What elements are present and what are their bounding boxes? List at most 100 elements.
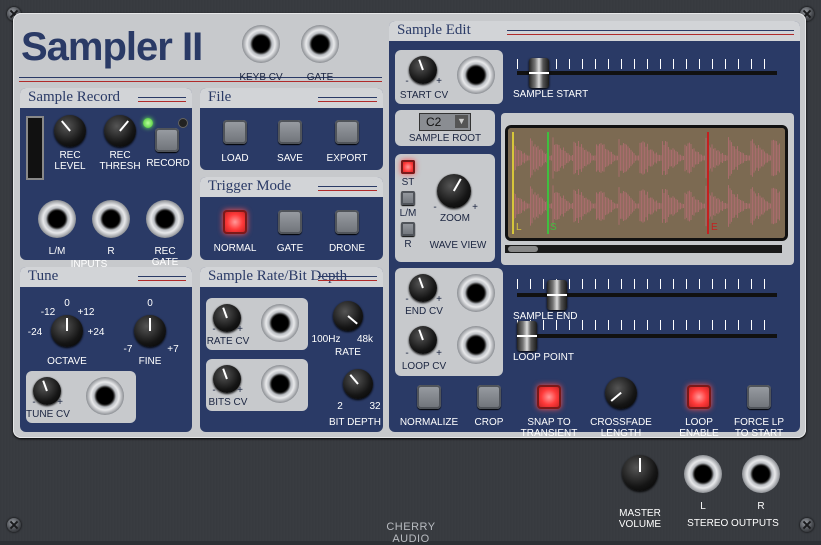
bits-cv-label: BITS CV <box>208 397 248 408</box>
tune-cv-jack[interactable] <box>86 377 124 415</box>
master-volume-label: MASTER VOLUME <box>618 508 662 530</box>
force-lp-to-start-button[interactable] <box>747 385 771 409</box>
master-volume-knob[interactable] <box>622 455 658 491</box>
export-button[interactable] <box>335 120 359 144</box>
end-cv-minus: - <box>405 294 409 305</box>
crossfade-length-knob[interactable] <box>605 377 637 409</box>
snap-to-transient-button[interactable] <box>537 385 561 409</box>
bit-depth-knob[interactable] <box>343 369 373 399</box>
rate-bit-title: Sample Rate/Bit Depth <box>200 267 383 287</box>
sample-start-fader[interactable] <box>529 58 549 88</box>
stereo-outputs-label: STEREO OUTPUTS <box>687 518 779 529</box>
input-r-jack[interactable] <box>92 200 130 238</box>
loop-cv-knob[interactable] <box>409 326 437 354</box>
octave-tick-p12: +12 <box>77 307 95 318</box>
lm-label: L/M <box>399 208 417 219</box>
screw-icon <box>800 518 814 532</box>
input-lm-label: L/M <box>48 246 66 257</box>
loop-point-ticks <box>517 320 777 330</box>
bits-hi-label: 32 <box>369 401 381 412</box>
st-label: ST <box>401 177 415 188</box>
normalize-button[interactable] <box>417 385 441 409</box>
gate-mode-button[interactable] <box>278 210 302 234</box>
force-lp-to-start-label: FORCE LP TO START <box>733 417 784 439</box>
sample-end-fader[interactable] <box>547 280 567 310</box>
loop-enable-label: LOOP ENABLE <box>679 417 719 439</box>
record-ready-led <box>143 118 153 128</box>
rec-level-knob[interactable] <box>54 115 86 147</box>
drone-label: DRONE <box>328 243 366 254</box>
normal-button[interactable] <box>223 210 247 234</box>
gate-jack[interactable] <box>301 25 339 63</box>
zoom-knob[interactable] <box>437 174 471 208</box>
octave-knob[interactable] <box>51 315 83 347</box>
rate-cv-minus: - <box>212 324 216 335</box>
bits-cv-plus: + <box>237 385 243 396</box>
sample-start-label: SAMPLE START <box>513 89 589 100</box>
st-button[interactable] <box>401 160 415 174</box>
wave-scrollbar-thumb[interactable] <box>508 246 538 252</box>
drone-button[interactable] <box>335 210 359 234</box>
start-cv-jack[interactable] <box>457 56 495 94</box>
rec-gate-jack[interactable] <box>146 200 184 238</box>
fine-knob[interactable] <box>134 315 166 347</box>
lm-button[interactable] <box>401 191 415 205</box>
sample-root-dropdown[interactable]: C2 ▼ <box>419 113 471 131</box>
r-button[interactable] <box>401 222 415 236</box>
rate-lo-label: 100Hz <box>311 334 341 345</box>
start-cv-plus: + <box>436 76 442 87</box>
keyb-cv-jack[interactable] <box>242 25 280 63</box>
record-active-led <box>178 118 188 128</box>
octave-tick-m12: -12 <box>40 307 56 318</box>
load-label: LOAD <box>221 153 249 164</box>
sample-root-label: SAMPLE ROOT <box>408 133 482 144</box>
rate-cv-jack[interactable] <box>261 304 299 342</box>
output-l-jack[interactable] <box>684 455 722 493</box>
file-panel: File LOAD SAVE EXPORT <box>200 88 383 170</box>
start-cv-knob[interactable] <box>409 56 437 84</box>
save-label: SAVE <box>277 153 303 164</box>
fine-tick-0: 0 <box>147 298 153 309</box>
faceplate: Sampler II KEYB CV GATE Sample Record RE… <box>13 13 806 439</box>
tune-cv-plus: + <box>57 397 63 408</box>
normal-label: NORMAL <box>213 243 257 254</box>
load-button[interactable] <box>223 120 247 144</box>
bits-cv-minus: - <box>212 385 216 396</box>
loop-point-fader[interactable] <box>517 321 537 351</box>
tune-cv-subpanel: - + TUNE CV <box>26 371 136 423</box>
loop-cv-minus: - <box>405 348 409 359</box>
zoom-plus: + <box>472 202 478 213</box>
input-lm-jack[interactable] <box>38 200 76 238</box>
sample-start-ticks <box>517 59 777 69</box>
fine-label: FINE <box>138 356 162 367</box>
end-cv-knob[interactable] <box>409 274 437 302</box>
crop-button[interactable] <box>477 385 501 409</box>
loop-cv-jack[interactable] <box>457 326 495 364</box>
record-button[interactable] <box>155 128 179 152</box>
rec-thresh-knob[interactable] <box>104 115 136 147</box>
loop-point-track <box>517 334 777 338</box>
zoom-minus: - <box>433 202 437 213</box>
save-button[interactable] <box>278 120 302 144</box>
output-r-jack[interactable] <box>742 455 780 493</box>
fine-tick-p7: +7 <box>167 344 179 355</box>
gate-label: GATE <box>306 72 334 83</box>
r-label: R <box>404 239 412 250</box>
record-label: RECORD <box>146 158 190 169</box>
waveform-display[interactable]: L S E <box>505 125 788 241</box>
trigger-mode-title: Trigger Mode <box>200 177 383 197</box>
tune-title: Tune <box>20 267 192 287</box>
bit-depth-label: BIT DEPTH <box>328 417 382 428</box>
sample-start-track <box>517 71 777 75</box>
end-cv-jack[interactable] <box>457 274 495 312</box>
gate-mode-label: GATE <box>276 243 304 254</box>
rate-knob[interactable] <box>333 301 363 331</box>
keyb-cv-label: KEYB CV <box>239 72 283 83</box>
zoom-label: ZOOM <box>440 213 470 224</box>
sample-edit-panel: Sample Edit - + START CV SAMPLE START C2… <box>389 21 800 439</box>
rate-bit-panel: Sample Rate/Bit Depth - + RATE CV 100Hz … <box>200 267 383 432</box>
rate-cv-label: RATE CV <box>206 336 250 347</box>
wave-scrollbar[interactable] <box>505 245 782 253</box>
loop-enable-button[interactable] <box>687 385 711 409</box>
bits-cv-jack[interactable] <box>261 365 299 403</box>
